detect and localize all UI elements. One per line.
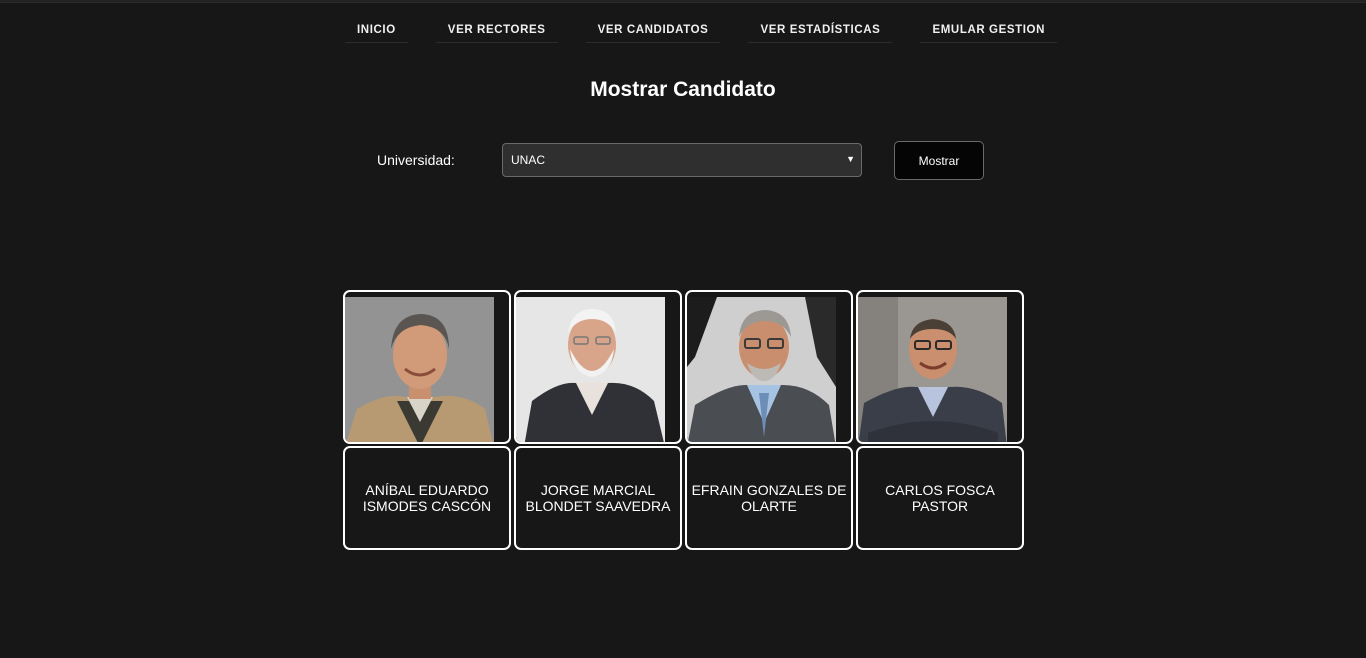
candidate-photo [685, 290, 853, 444]
candidate-photo [856, 290, 1024, 444]
university-label: Universidad: [377, 152, 455, 168]
candidate-photo [343, 290, 511, 444]
candidate-name: JORGE MARCIAL BLONDET SAAVEDRA [525, 482, 671, 514]
nav-item-emular-gestion[interactable]: EMULAR GESTION [920, 20, 1058, 43]
candidate-name-box: JORGE MARCIAL BLONDET SAAVEDRA [514, 446, 682, 550]
university-select[interactable]: UNAC ▼ [502, 143, 862, 177]
mostrar-button[interactable]: Mostrar [894, 141, 984, 180]
candidate-name: CARLOS FOSCA PASTOR [885, 482, 995, 514]
candidate-name: ANÍBAL EDUARDO ISMODES CASCÓN [362, 482, 492, 514]
portrait-suit-arms-crossed-image [858, 297, 1007, 442]
nav-item-inicio[interactable]: INICIO [345, 20, 408, 43]
nav-item-ver-rectores[interactable]: VER RECTORES [435, 20, 558, 43]
candidate-photo [514, 290, 682, 444]
candidate-name-box: ANÍBAL EDUARDO ISMODES CASCÓN [343, 446, 511, 550]
main-nav: INICIO VER RECTORES VER CANDIDATOS VER E… [345, 20, 1058, 43]
candidate-name-box: CARLOS FOSCA PASTOR [856, 446, 1024, 550]
caret-down-icon: ▼ [846, 154, 855, 164]
university-select-value: UNAC [511, 153, 546, 167]
candidate-name-box: EFRAIN GONZALES DE OLARTE [685, 446, 853, 550]
portrait-dark-suit-white-beard-image [516, 297, 665, 442]
portrait-grey-suit-glasses-image [687, 297, 836, 442]
portrait-beige-jacket-image [345, 297, 494, 442]
candidate-card[interactable]: ANÍBAL EDUARDO ISMODES CASCÓN [343, 290, 511, 550]
candidate-card[interactable]: JORGE MARCIAL BLONDET SAAVEDRA [514, 290, 682, 550]
nav-item-ver-candidatos[interactable]: VER CANDIDATOS [585, 20, 721, 43]
candidate-card[interactable]: EFRAIN GONZALES DE OLARTE [685, 290, 853, 550]
candidate-cards: ANÍBAL EDUARDO ISMODES CASCÓN JORGE MARC… [343, 290, 1025, 550]
page-title: Mostrar Candidato [590, 78, 776, 101]
top-bar [0, 0, 1366, 3]
nav-item-ver-estadisticas[interactable]: VER ESTADÍSTICAS [748, 20, 893, 43]
candidate-name: EFRAIN GONZALES DE OLARTE [691, 482, 847, 514]
candidate-card[interactable]: CARLOS FOSCA PASTOR [856, 290, 1024, 550]
